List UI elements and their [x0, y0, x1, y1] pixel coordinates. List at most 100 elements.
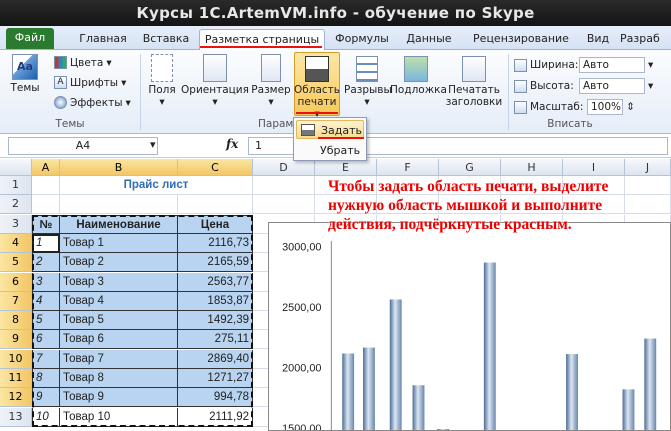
- column-header[interactable]: D: [253, 159, 315, 176]
- column-header[interactable]: I: [563, 159, 625, 176]
- orientation-button[interactable]: Ориентация ▾: [181, 54, 249, 108]
- row-header[interactable]: 3: [0, 214, 32, 234]
- chart-bar[interactable]: [437, 428, 450, 430]
- scale-spinner[interactable]: 100%: [587, 99, 623, 115]
- cell[interactable]: [32, 195, 60, 215]
- item-price[interactable]: 1271,27: [178, 369, 253, 388]
- tab-home[interactable]: Главная: [70, 29, 136, 49]
- item-price[interactable]: 994,78: [178, 388, 253, 408]
- item-number[interactable]: 1: [32, 233, 60, 253]
- item-name[interactable]: Товар 1: [60, 233, 178, 253]
- item-price[interactable]: 275,11: [178, 330, 253, 350]
- item-name[interactable]: Товар 9: [60, 388, 178, 408]
- item-number[interactable]: 4: [32, 291, 60, 311]
- column-header[interactable]: E: [315, 159, 377, 176]
- item-name[interactable]: Товар 5: [60, 311, 178, 331]
- row-header[interactable]: 9: [0, 330, 32, 350]
- chart-bar[interactable]: [566, 354, 578, 430]
- item-name[interactable]: Товар 8: [60, 369, 178, 388]
- row-header[interactable]: 5: [0, 253, 32, 273]
- row-header[interactable]: 7: [0, 291, 32, 311]
- cell[interactable]: [60, 195, 178, 215]
- item-price[interactable]: 1853,87: [178, 291, 253, 311]
- item-name[interactable]: Товар 7: [60, 349, 178, 369]
- height-dropdown[interactable]: Авто: [579, 78, 645, 94]
- chart-bar[interactable]: [622, 389, 635, 430]
- row-header[interactable]: 8: [0, 311, 32, 331]
- column-header[interactable]: F: [377, 159, 439, 176]
- item-number[interactable]: 10: [32, 407, 60, 427]
- chart-bar[interactable]: [342, 353, 355, 430]
- tab-insert[interactable]: Вставка: [138, 29, 194, 49]
- sheet-title[interactable]: Прайс лист: [60, 176, 253, 195]
- cell[interactable]: [178, 195, 253, 215]
- item-number[interactable]: 2: [32, 253, 60, 273]
- spin-icon[interactable]: ⇕: [626, 101, 635, 113]
- tab-formulas[interactable]: Формулы: [330, 29, 394, 49]
- width-control[interactable]: Ширина: Авто ▾: [514, 57, 653, 73]
- tab-developer[interactable]: Разраб: [620, 29, 671, 49]
- print-area-label[interactable]: Область печати ▾: [294, 56, 340, 120]
- row-header[interactable]: 2: [0, 195, 32, 215]
- tab-file[interactable]: Файл: [6, 28, 54, 49]
- row-header[interactable]: 11: [0, 369, 32, 388]
- item-name[interactable]: Товар 4: [60, 291, 178, 311]
- margins-button[interactable]: Поля ▾: [145, 54, 179, 108]
- cell[interactable]: [253, 176, 315, 195]
- item-price[interactable]: 2869,40: [178, 349, 253, 369]
- name-box[interactable]: A4: [8, 137, 158, 155]
- scale-control[interactable]: Масштаб: 100% ⇕: [514, 99, 635, 115]
- table-header[interactable]: №: [32, 214, 60, 234]
- theme-colors[interactable]: Цвета ▾: [54, 56, 112, 69]
- width-dropdown[interactable]: Авто: [579, 57, 645, 73]
- item-number[interactable]: 3: [32, 272, 60, 292]
- tab-review[interactable]: Рецензирование: [470, 29, 572, 49]
- item-number[interactable]: 9: [32, 388, 60, 408]
- print-titles-button[interactable]: Печатать заголовки: [445, 56, 503, 108]
- item-name[interactable]: Товар 6: [60, 330, 178, 350]
- row-header[interactable]: 13: [0, 407, 32, 427]
- item-number[interactable]: 5: [32, 311, 60, 331]
- row-header[interactable]: 12: [0, 388, 32, 408]
- table-header[interactable]: Наименование: [60, 214, 178, 234]
- theme-effects[interactable]: Эффекты ▾: [54, 96, 131, 109]
- row-header[interactable]: 6: [0, 272, 32, 292]
- themes-button[interactable]: Aa Темы: [8, 54, 42, 94]
- chart-bar[interactable]: [389, 299, 402, 430]
- item-price[interactable]: 2111,92: [178, 407, 253, 427]
- chart-bar[interactable]: [363, 347, 375, 430]
- column-header[interactable]: C: [178, 159, 253, 176]
- height-control[interactable]: Высота: Авто ▾: [514, 78, 653, 94]
- fx-icon[interactable]: fx: [226, 137, 238, 151]
- cell[interactable]: [32, 176, 60, 195]
- item-price[interactable]: 1492,39: [178, 311, 253, 331]
- menu-item-clear[interactable]: Убрать: [296, 141, 364, 160]
- column-header[interactable]: A: [32, 159, 60, 176]
- item-name[interactable]: Товар 10: [60, 407, 178, 427]
- row-header[interactable]: 1: [0, 176, 32, 195]
- item-price[interactable]: 2563,77: [178, 272, 253, 292]
- column-header[interactable]: G: [439, 159, 501, 176]
- item-name[interactable]: Товар 2: [60, 253, 178, 273]
- theme-fonts[interactable]: A Шрифты ▾: [54, 76, 126, 89]
- breaks-button[interactable]: Разрывы ▾: [344, 56, 392, 108]
- item-number[interactable]: 6: [32, 330, 60, 350]
- size-button[interactable]: Размер ▾: [251, 54, 291, 108]
- table-header[interactable]: Цена: [178, 214, 253, 234]
- background-button[interactable]: Подложка: [390, 56, 447, 96]
- row-header[interactable]: 10: [0, 349, 32, 369]
- item-number[interactable]: 8: [32, 369, 60, 388]
- column-header[interactable]: B: [60, 159, 178, 176]
- tab-view[interactable]: Вид: [582, 29, 614, 49]
- chart-bar[interactable]: [483, 262, 496, 430]
- item-name[interactable]: Товар 3: [60, 272, 178, 292]
- item-price[interactable]: 2116,73: [178, 233, 253, 253]
- select-all-corner[interactable]: [0, 159, 32, 176]
- column-header[interactable]: H: [501, 159, 563, 176]
- tab-data[interactable]: Данные: [400, 29, 458, 49]
- chart-bar[interactable]: [412, 385, 425, 430]
- item-price[interactable]: 2165,59: [178, 253, 253, 273]
- chevron-down-icon[interactable]: ▾: [150, 138, 156, 151]
- item-number[interactable]: 7: [32, 349, 60, 369]
- row-header[interactable]: 4: [0, 233, 32, 253]
